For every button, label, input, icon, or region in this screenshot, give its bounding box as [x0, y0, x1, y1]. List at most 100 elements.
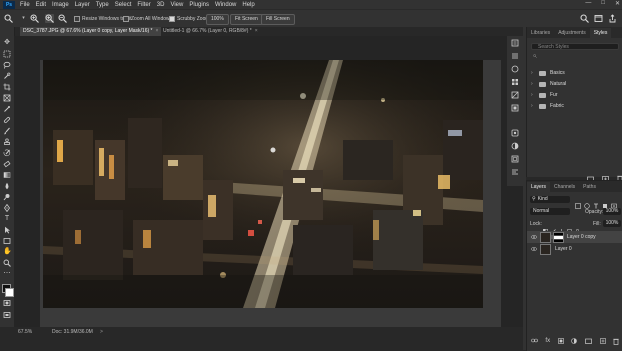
lasso-tool-icon[interactable]: [3, 61, 11, 69]
zoom-tool-icon[interactable]: [3, 259, 11, 267]
minimize-button[interactable]: —: [585, 0, 591, 7]
status-menu-arrow[interactable]: >: [100, 329, 103, 335]
pen-tool-icon[interactable]: [3, 203, 11, 213]
zoom-level[interactable]: 67.5%: [18, 329, 32, 335]
frame-tool-icon[interactable]: [3, 94, 11, 102]
menu-help[interactable]: Help: [239, 2, 257, 8]
zoom-in-icon[interactable]: [30, 14, 39, 23]
layer-row-layer-0-copy[interactable]: Layer 0 copy: [527, 231, 622, 243]
style-folder-basics[interactable]: › Basics: [531, 69, 565, 77]
eyedropper-tool-icon[interactable]: [3, 105, 11, 113]
search-icon[interactable]: [580, 14, 589, 23]
scrubby-zoom-checkbox[interactable]: Scrubby Zoom: [169, 16, 210, 22]
gradient-tool-icon[interactable]: [3, 171, 11, 179]
maximize-button[interactable]: □: [601, 0, 605, 7]
tab-styles[interactable]: Styles: [589, 28, 612, 38]
zoom-100-button[interactable]: 100%: [206, 14, 229, 25]
styles-panel-icon[interactable]: [511, 155, 519, 163]
fit-screen-button[interactable]: Fit Screen: [230, 14, 263, 25]
layer-filter-kind[interactable]: ⚲ Kind: [530, 196, 570, 203]
eye-icon[interactable]: [531, 234, 537, 240]
tab-untitled-1[interactable]: Untitled-1 @ 66.7% (Layer 0, RGB/8#) * ×: [160, 27, 261, 36]
link-layers-icon[interactable]: [530, 338, 538, 347]
dodge-tool-icon[interactable]: [3, 193, 11, 201]
menu-type[interactable]: Type: [93, 2, 112, 8]
more-tools-icon[interactable]: ⋯: [3, 270, 11, 278]
zoom-out-icon[interactable]: [58, 14, 67, 23]
style-folder-fur[interactable]: › Fur: [531, 91, 558, 99]
adjustment-layer-icon[interactable]: [571, 338, 578, 347]
fx-icon[interactable]: fx: [545, 338, 550, 347]
history-panel-icon[interactable]: [511, 39, 519, 47]
city-night-photo[interactable]: [43, 60, 483, 308]
chevron-down-icon[interactable]: ▾: [19, 14, 28, 23]
hand-tool-icon[interactable]: ✋: [3, 248, 12, 256]
chevron-right-icon: ›: [531, 70, 533, 76]
new-layer-icon[interactable]: [599, 338, 606, 347]
menu-file[interactable]: File: [17, 2, 33, 8]
adjustments-panel-icon[interactable]: [511, 142, 519, 150]
healing-brush-tool-icon[interactable]: [3, 116, 11, 124]
blur-tool-icon[interactable]: [3, 182, 11, 190]
share-icon[interactable]: [608, 14, 617, 23]
close-button[interactable]: ✕: [615, 0, 620, 7]
close-tab-icon[interactable]: ×: [255, 28, 258, 34]
type-tool-icon[interactable]: T: [3, 215, 11, 223]
style-folder-natural[interactable]: › Natural: [531, 80, 566, 88]
path-selection-tool-icon[interactable]: [3, 226, 11, 234]
style-folder-fabric[interactable]: › Fabric: [531, 102, 564, 110]
properties-panel-icon[interactable]: [511, 52, 519, 60]
menu-edit[interactable]: Edit: [33, 2, 49, 8]
menu-3d[interactable]: 3D: [154, 2, 168, 8]
fill-screen-button[interactable]: Fill Screen: [261, 14, 295, 25]
quick-select-tool-icon[interactable]: [3, 72, 11, 80]
add-mask-icon[interactable]: [557, 338, 564, 347]
tab-libraries[interactable]: Libraries: [527, 28, 554, 38]
tab-adjustments[interactable]: Adjustments: [554, 28, 590, 38]
paragraph-panel-icon[interactable]: [511, 168, 519, 176]
gradients-panel-icon[interactable]: [511, 91, 519, 99]
search-styles-input[interactable]: Search Styles: [531, 43, 619, 50]
rectangle-tool-icon[interactable]: [3, 237, 11, 245]
zoom-all-windows-checkbox[interactable]: Zoom All Windows: [123, 16, 172, 22]
tab-paths[interactable]: Paths: [579, 182, 600, 192]
libraries-panel-icon[interactable]: [511, 129, 519, 137]
status-bar: 67.5% Doc: 31.9M/36.0M >: [14, 327, 523, 350]
quick-mask-icon[interactable]: [3, 299, 11, 307]
swatches-panel-icon[interactable]: [511, 78, 519, 86]
menu-select[interactable]: Select: [112, 2, 135, 8]
history-brush-tool-icon[interactable]: [3, 149, 11, 157]
fill-input[interactable]: 100%: [603, 220, 621, 227]
clone-stamp-tool-icon[interactable]: [3, 138, 11, 146]
trash-icon[interactable]: [613, 338, 619, 347]
patterns-panel-icon[interactable]: [511, 104, 519, 112]
background-color-swatch[interactable]: [5, 288, 14, 297]
tab-dsc-3787[interactable]: DSC_3787.JPG @ 67.6% (Layer 0 copy, Laye…: [20, 27, 162, 36]
new-group-icon[interactable]: [585, 338, 592, 347]
opacity-input[interactable]: 100%: [603, 208, 621, 215]
color-panel-icon[interactable]: [511, 65, 519, 73]
close-tab-icon[interactable]: ×: [156, 28, 159, 34]
tab-channels[interactable]: Channels: [550, 182, 579, 192]
workspace-icon[interactable]: [594, 14, 603, 23]
menu-layer[interactable]: Layer: [72, 2, 93, 8]
marquee-tool-icon[interactable]: [3, 50, 11, 58]
blend-mode-select[interactable]: Normal: [530, 208, 570, 215]
eye-icon[interactable]: [531, 246, 537, 252]
layer-row-layer-0[interactable]: Layer 0: [527, 243, 622, 255]
zoom-in-active-icon[interactable]: [45, 14, 54, 23]
tab-layers[interactable]: Layers: [527, 182, 551, 192]
crop-tool-icon[interactable]: [3, 83, 11, 91]
menu-window[interactable]: Window: [212, 2, 239, 8]
pixel-filter-icon[interactable]: [575, 196, 581, 214]
menu-image[interactable]: Image: [49, 2, 72, 8]
menu-view[interactable]: View: [167, 2, 186, 8]
move-tool-icon[interactable]: ✥: [3, 39, 11, 47]
layer-mask-thumbnail[interactable]: [553, 232, 564, 243]
screen-mode-icon[interactable]: [3, 311, 11, 319]
eraser-tool-icon[interactable]: [3, 160, 11, 168]
menu-filter[interactable]: Filter: [134, 2, 153, 8]
menu-plugins[interactable]: Plugins: [186, 2, 212, 8]
brush-tool-icon[interactable]: [3, 127, 11, 135]
zoom-tool-icon[interactable]: [4, 14, 13, 23]
